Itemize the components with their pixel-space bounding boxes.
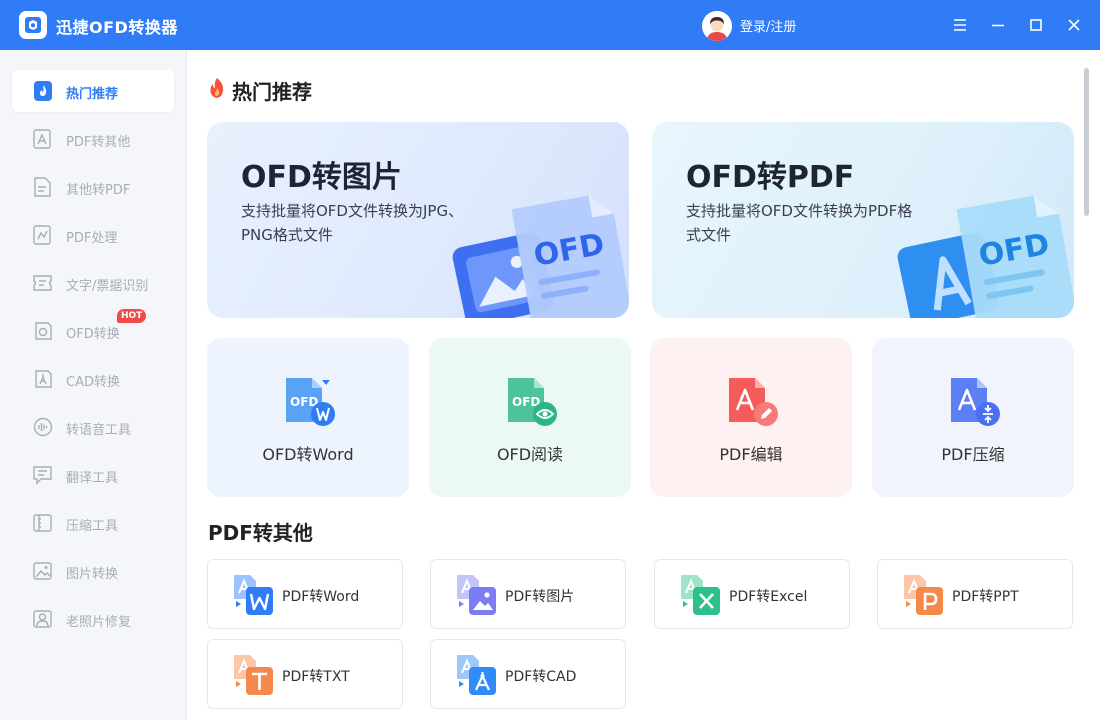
tool-card-ofd-to-word[interactable]: OFD OFD转Word xyxy=(207,338,409,497)
maximize-icon[interactable] xyxy=(1024,13,1048,37)
sidebar-item-label: 转语音工具 xyxy=(66,423,132,438)
pdf-ppt-icon xyxy=(904,575,943,615)
conv-card-pdf-to-cad[interactable]: PDF转CAD xyxy=(430,639,626,709)
pdf-excel-icon xyxy=(681,575,720,615)
hot-badge: HOT xyxy=(117,309,147,323)
sidebar-item-compress[interactable]: 压缩工具 xyxy=(12,502,174,544)
hot-icon xyxy=(32,81,54,101)
hot-section-title: 热门推荐 xyxy=(232,80,312,104)
sidebar-item-to-pdf[interactable]: 其他转PDF xyxy=(12,166,174,208)
conv-card-pdf-to-word[interactable]: PDF转Word xyxy=(207,559,403,629)
image-icon xyxy=(32,561,54,581)
banner-desc: 支持批量将OFD文件转换为JPG、PNG格式文件 xyxy=(241,202,464,244)
pdf-process-icon xyxy=(32,225,54,245)
app-title: 迅捷OFD转换器 xyxy=(56,18,178,37)
cad-icon xyxy=(32,369,54,389)
sidebar-item-label: 图片转换 xyxy=(66,567,119,582)
pdf-image-icon xyxy=(457,575,496,615)
avatar[interactable] xyxy=(702,11,732,41)
sidebar-item-label: 其他转PDF xyxy=(66,183,131,198)
conv-card-pdf-to-txt[interactable]: PDF转TXT xyxy=(207,639,403,709)
scrollbar[interactable] xyxy=(1084,68,1089,216)
tool-label: PDF压缩 xyxy=(941,445,1005,464)
sidebar-item-ocr[interactable]: 文字/票据识别 xyxy=(12,262,174,304)
tool-card-pdf-compress[interactable]: PDF压缩 xyxy=(872,338,1074,497)
tool-label: OFD转Word xyxy=(262,445,354,464)
ocr-icon xyxy=(32,273,54,293)
compress-icon xyxy=(32,513,54,533)
ofd-image-illustration: OFD xyxy=(452,195,629,318)
ofd-pdf-illustration: OFD xyxy=(897,195,1074,318)
title-bar: 迅捷OFD转换器 登录/注册 xyxy=(0,0,1100,50)
tool-label: OFD阅读 xyxy=(496,445,564,464)
translate-icon xyxy=(32,465,54,485)
login-register-link[interactable]: 登录/注册 xyxy=(740,16,796,35)
pdf-txt-icon xyxy=(234,655,273,695)
close-icon[interactable] xyxy=(1062,13,1086,37)
pdf-convert-icon xyxy=(32,129,54,149)
pdf-word-icon xyxy=(234,575,273,615)
ofd-word-icon: OFD xyxy=(286,378,335,426)
voice-icon xyxy=(32,417,54,437)
banner-ofd-to-image[interactable]: OFD转图片 支持批量将OFD文件转换为JPG、PNG格式文件 OFD xyxy=(207,122,629,318)
banner-desc: 支持批量将OFD文件转换为PDF格式文件 xyxy=(686,202,913,244)
conv-label: PDF转图片 xyxy=(505,589,575,605)
sidebar-item-label: PDF处理 xyxy=(66,231,118,246)
conv-card-pdf-to-ppt[interactable]: PDF转PPT xyxy=(877,559,1073,629)
pdf-section-title: PDF转其他 xyxy=(208,521,313,545)
sidebar-item-label: 老照片修复 xyxy=(66,615,132,630)
sidebar-item-ofd-convert[interactable]: OFD转换 HOT xyxy=(12,309,174,352)
sidebar-item-photo-repair[interactable]: 老照片修复 xyxy=(12,598,174,640)
sidebar-item-label: OFD转换 xyxy=(66,327,120,342)
conv-label: PDF转Word xyxy=(282,589,360,605)
conv-label: PDF转TXT xyxy=(282,669,350,685)
tool-label: PDF编辑 xyxy=(719,445,783,464)
pdf-edit-icon xyxy=(729,378,778,426)
sidebar-item-voice[interactable]: 转语音工具 xyxy=(12,406,174,448)
banner-ofd-to-pdf[interactable]: OFD转PDF 支持批量将OFD文件转换为PDF格式文件 OFD xyxy=(652,122,1074,318)
fire-icon xyxy=(207,77,227,103)
to-pdf-icon xyxy=(32,177,54,197)
ofd-convert-icon xyxy=(32,321,54,341)
conv-label: PDF转PPT xyxy=(952,589,1019,605)
conv-label: PDF转CAD xyxy=(505,669,577,685)
sidebar-item-label: CAD转换 xyxy=(66,375,120,390)
conv-card-pdf-to-image[interactable]: PDF转图片 xyxy=(430,559,626,629)
conv-label: PDF转Excel xyxy=(729,589,808,605)
sidebar-item-label: PDF转其他 xyxy=(66,135,131,150)
sidebar-item-label: 压缩工具 xyxy=(66,519,119,534)
tool-card-ofd-read[interactable]: OFD OFD阅读 xyxy=(429,338,631,497)
banner-title: OFD转图片 xyxy=(241,160,402,195)
ofd-read-icon: OFD xyxy=(508,378,557,426)
pdf-compress-icon xyxy=(951,378,1000,426)
main-content: 热门推荐 OFD转图片 支持批量将OFD文件转换为JPG、PNG格式文件 OFD… xyxy=(188,50,1100,720)
menu-icon[interactable] xyxy=(948,13,972,37)
sidebar-item-pdf-convert[interactable]: PDF转其他 xyxy=(12,118,174,160)
sidebar-item-label: 翻译工具 xyxy=(66,471,119,486)
conv-card-pdf-to-excel[interactable]: PDF转Excel xyxy=(654,559,850,629)
sidebar-item-label: 文字/票据识别 xyxy=(66,279,149,294)
banner-title: OFD转PDF xyxy=(686,160,855,195)
sidebar-item-pdf-process[interactable]: PDF处理 xyxy=(12,214,174,256)
minimize-icon[interactable] xyxy=(986,13,1010,37)
sidebar-item-label: 热门推荐 xyxy=(66,87,119,102)
tool-card-pdf-edit[interactable]: PDF编辑 xyxy=(650,338,852,497)
app-logo xyxy=(19,11,47,39)
sidebar-item-cad[interactable]: CAD转换 xyxy=(12,358,174,400)
sidebar-item-hot[interactable]: 热门推荐 xyxy=(12,70,174,112)
sidebar-item-translate[interactable]: 翻译工具 xyxy=(12,454,174,496)
pdf-cad-icon xyxy=(457,655,496,695)
sidebar: 热门推荐 PDF转其他 其他转PDF PDF处理 文字/票据识别 OFD转换 H… xyxy=(0,50,187,720)
sidebar-item-image[interactable]: 图片转换 xyxy=(12,550,174,592)
photo-repair-icon xyxy=(32,609,54,629)
